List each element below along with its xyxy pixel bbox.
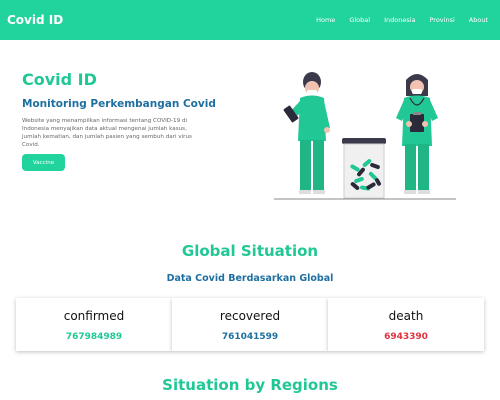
brand-logo[interactable]: Covid ID	[7, 13, 63, 27]
confirmed-label: confirmed	[63, 309, 125, 323]
left-doctor-figure	[283, 72, 330, 194]
hero-title: Covid ID	[22, 70, 97, 89]
doctors-illustration	[274, 72, 456, 200]
regions-title: Situation by Regions	[162, 376, 338, 394]
recovered-label: recovered	[219, 309, 281, 323]
confirmed-card: confirmed 767984989	[16, 298, 172, 351]
pill-jar	[342, 138, 386, 199]
recovered-card: recovered 761041599	[172, 298, 328, 351]
nav-link-provinsi[interactable]: Provinsi	[430, 16, 455, 24]
nav-link-home[interactable]: Home	[316, 16, 335, 24]
nav-links: Home Global Indonesia Provinsi About	[302, 0, 488, 40]
recovered-value: 761041599	[221, 332, 279, 342]
death-card: death 6943390	[328, 298, 484, 351]
global-situation-title: Global Situation	[181, 242, 319, 260]
right-doctor-figure	[396, 74, 438, 194]
hero-subtitle: Monitoring Perkembangan Covid	[22, 98, 216, 110]
global-situation-subtitle: Data Covid Berdasarkan Global	[166, 273, 334, 284]
navbar: Covid ID Home Global Indonesia Provinsi …	[0, 0, 500, 40]
confirmed-value: 767984989	[65, 332, 123, 342]
death-label: death	[388, 309, 424, 323]
hero-description: Website yang menampilkan informasi tenta…	[22, 118, 192, 149]
nav-link-indonesia[interactable]: Indonesia	[384, 16, 415, 24]
death-value: 6943390	[384, 332, 428, 342]
vaccine-button[interactable]: Vaccine	[22, 154, 65, 171]
nav-link-global[interactable]: Global	[349, 16, 370, 24]
nav-link-about[interactable]: About	[469, 16, 488, 24]
